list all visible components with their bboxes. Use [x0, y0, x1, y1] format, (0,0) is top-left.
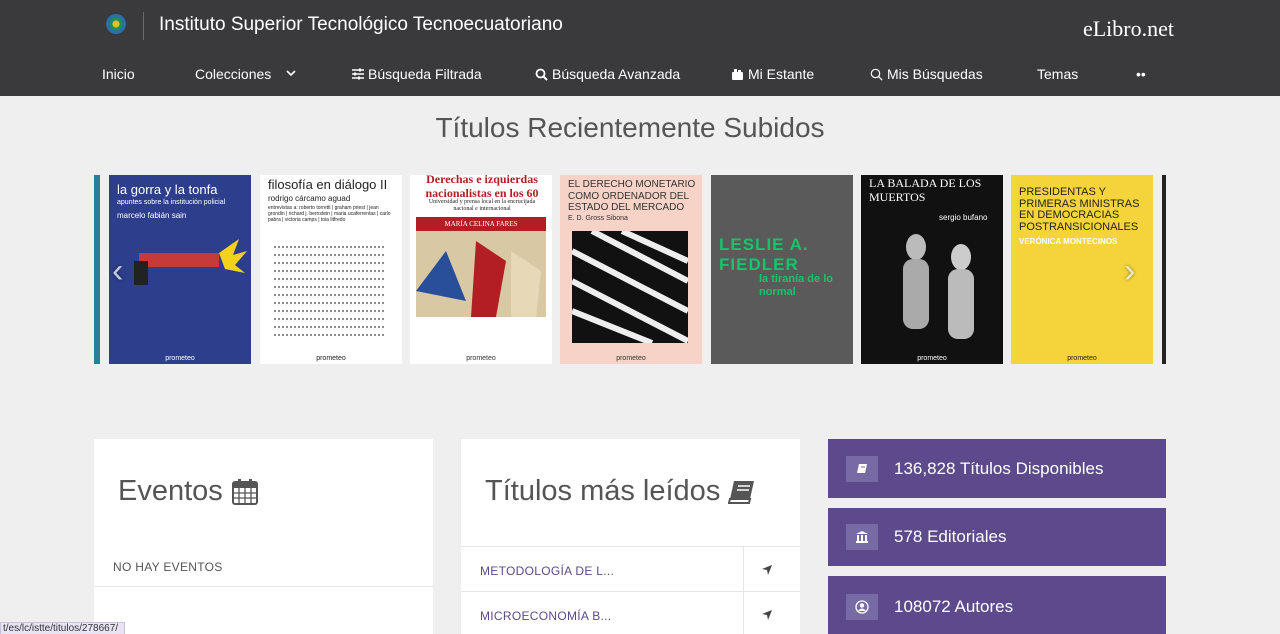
book-illustration	[416, 231, 546, 317]
book-icon	[846, 455, 878, 482]
events-card: Eventos NO HAY EVENTOS	[94, 439, 433, 634]
nav-colecciones-label: Colecciones	[195, 66, 272, 82]
stat-titles-label: 136,828 Títulos Disponibles	[894, 458, 1104, 478]
list-item[interactable]: METODOLOGÍA DE L...	[461, 547, 800, 591]
user-icon	[846, 594, 878, 620]
book-cover[interactable]: Derechas e izquierdas nacionalistas en l…	[410, 175, 552, 364]
book-illustration	[134, 239, 247, 285]
nav-mis-busquedas-label: Mis Búsquedas	[887, 66, 983, 82]
book-title: la gorra y la tonfa	[117, 182, 218, 197]
events-title: Eventos	[118, 475, 259, 508]
book-title: filosofía en diálogo II	[268, 177, 388, 192]
nav-temas-label: Temas	[1037, 66, 1079, 82]
search-icon	[535, 68, 548, 81]
book-cover[interactable]: LESLIE A. FIEDLER la tiranía de lo norma…	[711, 175, 853, 364]
recent-titles-heading: Títulos Recientemente Subidos	[435, 112, 825, 143]
nav-more-label: ••	[1136, 66, 1146, 82]
top-title-label[interactable]: MICROECONOMÍA B...	[480, 609, 611, 623]
stat-publishers-label: 578 Editoriales	[894, 527, 1007, 546]
institution-logo[interactable]	[106, 14, 126, 34]
book-subtitle: rodrigo cárcamo aguad	[268, 194, 351, 203]
status-bar-url: t/es/lc/istte/titulos/278667/	[0, 622, 126, 634]
row-separator	[743, 592, 744, 634]
book-title: EL DERECHO MONETARIO COMO ORDENADOR DEL …	[568, 179, 696, 213]
header-divider	[143, 12, 144, 40]
nav-inicio[interactable]: Inicio	[102, 66, 135, 82]
book-subtitle: Universidad y prensa local en la encruci…	[428, 199, 536, 213]
top-titles-title: Títulos más leídos	[485, 475, 756, 508]
nav-mi-estante[interactable]: Mi Estante	[731, 66, 814, 82]
carousel-next-icon[interactable]: ›	[1124, 252, 1135, 291]
book-illustration	[274, 246, 384, 336]
book-author: E. D. Gross Sibona	[568, 215, 628, 222]
nav-temas[interactable]: Temas	[1037, 66, 1078, 82]
elibro-brand[interactable]: eLibro.net	[1083, 16, 1174, 42]
bookshelf-icon	[732, 68, 743, 80]
nav-busqueda-filtrada-label: Búsqueda Filtrada	[368, 66, 482, 82]
sliders-icon	[352, 68, 364, 80]
location-arrow-icon[interactable]	[761, 564, 773, 576]
book-author: la tiranía de lo normal	[759, 273, 833, 299]
book-publisher: prometeo	[917, 355, 947, 362]
book-author: MARÍA CELINA FARES	[416, 217, 546, 231]
book-icon	[728, 480, 755, 504]
book-cover[interactable]: EL DERECHO MONETARIO COMO ORDENADOR DEL …	[560, 175, 702, 364]
search-icon	[870, 68, 883, 81]
book-cover[interactable]: LA BALADA DE LOS MUERTOS sergio bufano p…	[861, 175, 1003, 364]
top-header: Instituto Superior Tecnológico Tecnoecua…	[0, 0, 1280, 96]
book-cover[interactable]: la gorra y la tonfa apuntes sobre la ins…	[109, 175, 251, 364]
location-arrow-icon[interactable]	[761, 609, 773, 621]
institution-name[interactable]: Instituto Superior Tecnológico Tecnoecua…	[159, 14, 563, 36]
top-titles-title-text: Títulos más leídos	[485, 475, 721, 507]
book-subtitle: apuntes sobre la institución policial	[117, 199, 226, 206]
nav-busqueda-avanzada-label: Búsqueda Avanzada	[552, 66, 681, 82]
book-publisher: prometeo	[466, 355, 496, 362]
carousel-prev-icon[interactable]: ‹	[112, 252, 123, 291]
book-author: sergio bufano	[939, 213, 988, 222]
book-publisher: prometeo	[1067, 355, 1097, 362]
nav-mis-busquedas[interactable]: Mis Búsquedas	[870, 66, 983, 82]
book-publisher: prometeo	[616, 355, 646, 362]
stat-titles[interactable]: 136,828 Títulos Disponibles	[828, 439, 1166, 498]
top-title-label[interactable]: METODOLOGÍA DE L...	[480, 564, 614, 578]
main-nav: Inicio Colecciones Búsqueda Filtrada Bús…	[0, 58, 1280, 92]
row-separator	[743, 547, 744, 591]
top-titles-card: Títulos más leídos METODOLOGÍA DE L... M…	[461, 439, 800, 634]
book-cover[interactable]: filosofía en diálogo II rodrigo cárcamo …	[260, 175, 402, 364]
list-item[interactable]: MICROECONOMÍA B...	[461, 592, 800, 634]
nav-inicio-label: Inicio	[102, 66, 135, 82]
book-author: VERÓNICA MONTECINOS	[1019, 237, 1118, 246]
stat-authors[interactable]: 108072 Autores	[828, 576, 1166, 634]
book-author: marcelo fabián sain	[117, 211, 187, 220]
events-empty-message: NO HAY EVENTOS	[113, 560, 223, 574]
nav-colecciones[interactable]: Colecciones	[195, 66, 299, 82]
book-publisher: prometeo	[165, 355, 195, 362]
book-author: entrevistas a: roberto torretti | graham…	[268, 205, 391, 223]
book-title: Derechas e izquierdas nacionalistas en l…	[425, 175, 539, 200]
recent-books-carousel: la gorra y la tonfa apuntes sobre la ins…	[94, 175, 1166, 364]
book-publisher: prometeo	[316, 355, 346, 362]
nav-more[interactable]: ••	[1136, 66, 1146, 82]
nav-busqueda-avanzada[interactable]: Búsqueda Avanzada	[535, 66, 680, 82]
chevron-down-icon	[286, 70, 296, 77]
book-cover-partial-left[interactable]	[94, 175, 100, 364]
events-title-text: Eventos	[118, 475, 223, 507]
events-divider	[94, 586, 433, 587]
nav-busqueda-filtrada[interactable]: Búsqueda Filtrada	[352, 66, 482, 82]
book-title: PRESIDENTAS Y PRIMERAS MINISTRAS EN DEMO…	[1019, 186, 1140, 233]
book-illustration	[572, 231, 688, 343]
book-title: LA BALADA DE LOS MUERTOS	[869, 176, 982, 204]
bank-icon	[846, 524, 878, 550]
stat-publishers[interactable]: 578 Editoriales	[828, 508, 1166, 566]
book-cover-partial-right[interactable]	[1162, 175, 1166, 364]
book-illustration	[903, 234, 974, 339]
stat-authors-label: 108072 Autores	[894, 597, 1014, 616]
calendar-icon	[231, 478, 258, 505]
book-title: LESLIE A. FIEDLER	[719, 235, 809, 274]
nav-mi-estante-label: Mi Estante	[748, 66, 815, 82]
